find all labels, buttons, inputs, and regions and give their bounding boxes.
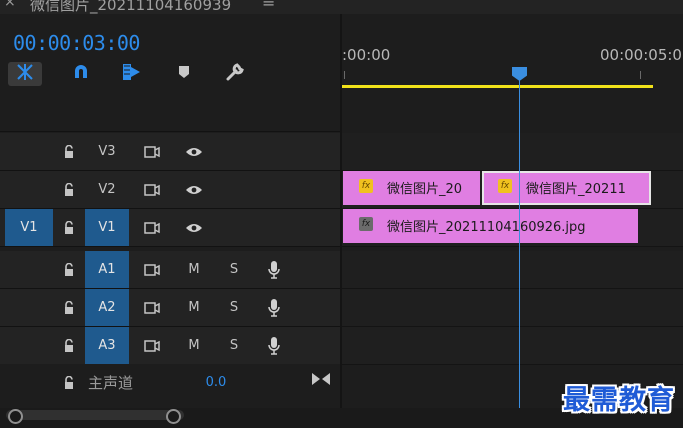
clip-v2-2-selected[interactable]: fx 微信图片_20211	[482, 171, 651, 205]
eye-icon[interactable]	[180, 133, 208, 170]
snap-icon	[14, 62, 36, 86]
close-tab-icon[interactable]: ×	[4, 0, 16, 10]
sync-lock-icon[interactable]	[138, 251, 166, 288]
insert-edit-button[interactable]	[119, 62, 145, 86]
source-patch-v1[interactable]: V1	[5, 209, 53, 246]
microphone-icon[interactable]	[260, 289, 288, 326]
fx-badge-icon: fx	[359, 179, 373, 193]
track-label-v2[interactable]: V2	[85, 171, 129, 208]
sequence-title: 微信图片_20211104160939	[30, 0, 232, 14]
clip-v1-1[interactable]: fx 微信图片_20211104160926.jpg	[343, 209, 638, 243]
track-label-v3[interactable]: V3	[85, 133, 129, 170]
magnet-icon	[71, 62, 91, 86]
track-header-v1: V1 V1	[0, 209, 340, 247]
lock-icon[interactable]	[57, 133, 81, 170]
ruler-end-label: 00:00:05:00	[600, 46, 683, 64]
sync-lock-icon[interactable]	[138, 171, 166, 208]
playhead-handle[interactable]	[512, 67, 527, 81]
mute-button[interactable]: M	[180, 327, 208, 364]
playhead-line[interactable]	[519, 80, 520, 408]
ruler-start-label: :00:00	[342, 46, 391, 64]
add-marker-button[interactable]	[171, 62, 197, 86]
track-header-v3: V3	[0, 133, 340, 171]
track-header-a3: A3 M S	[0, 327, 340, 365]
go-to-end-icon[interactable]	[308, 360, 334, 397]
snap-button[interactable]	[8, 62, 42, 86]
scrollbar-thumb[interactable]	[6, 410, 184, 420]
sync-lock-icon[interactable]	[138, 289, 166, 326]
marker-icon	[177, 64, 191, 84]
sync-lock-icon[interactable]	[138, 133, 166, 170]
eye-icon[interactable]	[180, 209, 208, 246]
microphone-icon[interactable]	[260, 327, 288, 364]
ruler-tick	[640, 71, 641, 79]
header-divider	[0, 131, 340, 132]
lock-icon[interactable]	[57, 364, 81, 401]
mute-button[interactable]: M	[180, 289, 208, 326]
panel-splitter	[340, 14, 342, 408]
track-header-v2: V2	[0, 171, 340, 209]
sync-lock-icon[interactable]	[138, 209, 166, 246]
v3-lane	[342, 133, 683, 171]
solo-button[interactable]: S	[220, 327, 248, 364]
insert-marker-icon	[121, 62, 143, 86]
track-header-a2: A2 M S	[0, 289, 340, 327]
fx-badge-icon: fx	[498, 179, 512, 193]
microphone-icon[interactable]	[260, 251, 288, 288]
track-label-v1[interactable]: V1	[85, 209, 129, 246]
mute-button[interactable]: M	[180, 251, 208, 288]
track-label-a3[interactable]: A3	[85, 327, 129, 364]
track-label-a1[interactable]: A1	[85, 251, 129, 288]
fx-badge-icon: fx	[359, 217, 373, 231]
master-track-header: 主声道 0.0	[0, 364, 340, 402]
sync-lock-icon[interactable]	[138, 327, 166, 364]
master-volume-value[interactable]: 0.0	[196, 364, 236, 401]
zoom-handle-left[interactable]	[8, 409, 23, 424]
timecode-display[interactable]: 00:00:03:00	[13, 31, 140, 55]
track-label-a2[interactable]: A2	[85, 289, 129, 326]
lock-icon[interactable]	[57, 171, 81, 208]
panel-menu-icon[interactable]: ≡	[262, 0, 275, 11]
clip-v2-1[interactable]: fx 微信图片_20	[343, 171, 480, 205]
track-header-a1: A1 M S	[0, 251, 340, 289]
solo-button[interactable]: S	[220, 289, 248, 326]
work-area-bar[interactable]	[342, 85, 653, 88]
lock-icon[interactable]	[57, 251, 81, 288]
lock-icon[interactable]	[57, 209, 81, 246]
clip-name: 微信图片_20211	[526, 182, 626, 197]
clip-name: 微信图片_20211104160926.jpg	[387, 220, 586, 235]
a1-lane	[342, 251, 683, 289]
linked-selection-button[interactable]	[68, 62, 94, 86]
ruler-tick	[344, 71, 345, 79]
clip-name: 微信图片_20	[387, 182, 463, 197]
solo-button[interactable]: S	[220, 251, 248, 288]
a2-lane	[342, 289, 683, 327]
window-titlebar: × 微信图片_20211104160939 ≡	[0, 0, 683, 14]
eye-icon[interactable]	[180, 171, 208, 208]
a3-lane	[342, 327, 683, 365]
zoom-handle-right[interactable]	[166, 409, 181, 424]
timeline-settings-button[interactable]	[222, 62, 248, 86]
master-label: 主声道	[88, 374, 134, 392]
watermark-text: 最需教育	[563, 385, 675, 416]
wrench-icon	[224, 62, 246, 86]
lock-icon[interactable]	[57, 289, 81, 326]
lock-icon[interactable]	[57, 327, 81, 364]
